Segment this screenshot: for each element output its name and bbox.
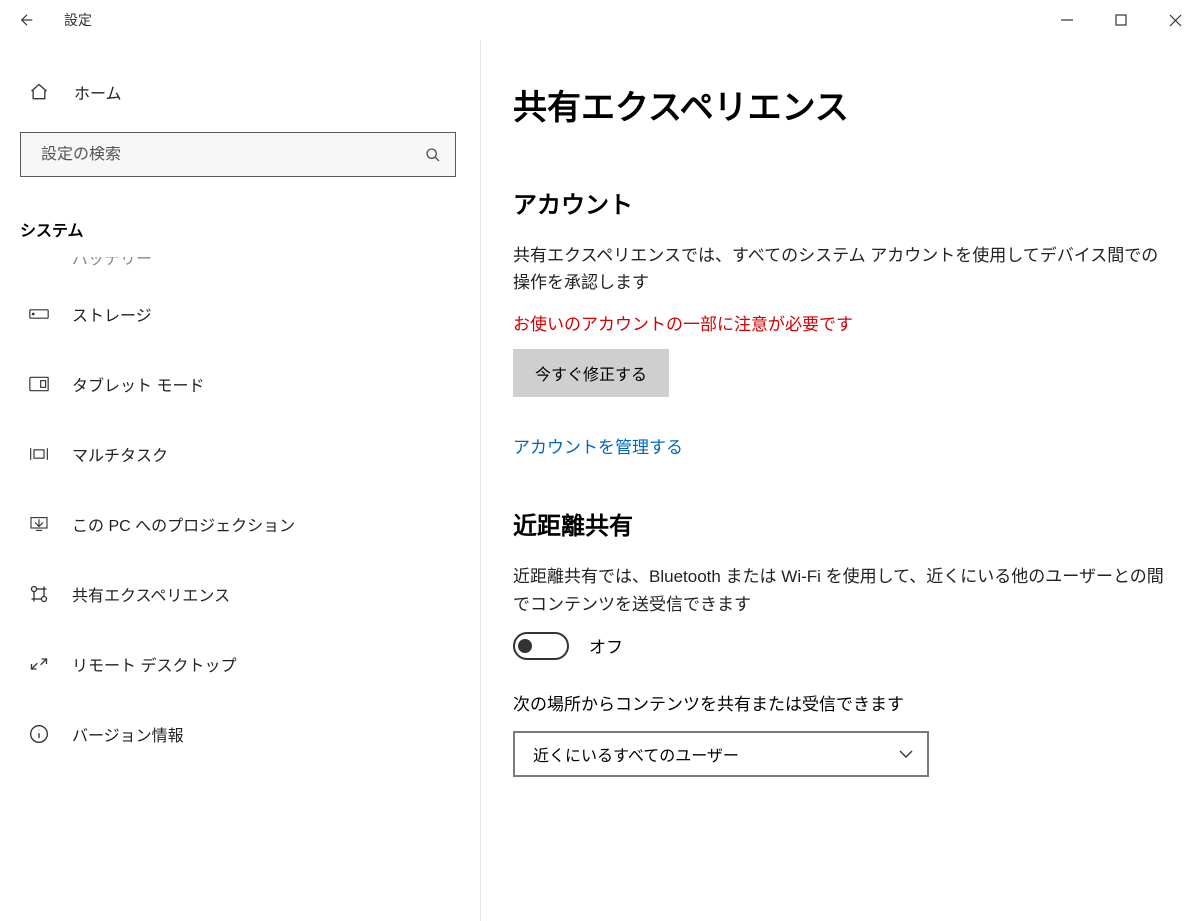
account-section-title: アカウント xyxy=(513,185,1174,220)
sidebar-section-header: システム xyxy=(20,211,460,257)
search-field[interactable] xyxy=(41,146,425,164)
page-title: 共有エクスペリエンス xyxy=(513,80,1174,129)
home-label: ホーム xyxy=(74,80,122,104)
content-pane: 共有エクスペリエンス アカウント 共有エクスペリエンスでは、すべてのシステム ア… xyxy=(480,40,1202,921)
sidebar-item-multitask[interactable]: マルチタスク xyxy=(20,419,460,489)
tablet-icon xyxy=(28,376,50,392)
toggle-state-label: オフ xyxy=(589,633,623,658)
sidebar-item-label: バッテリー xyxy=(72,257,152,269)
toggle-knob xyxy=(518,639,532,653)
back-button[interactable] xyxy=(18,11,36,29)
search-icon xyxy=(425,147,441,163)
about-icon xyxy=(28,724,50,744)
sidebar-item-shared-experiences[interactable]: 共有エクスペリエンス xyxy=(20,559,460,629)
share-from-label: 次の場所からコンテンツを共有または受信できます xyxy=(513,690,1174,715)
sidebar-item-label: タブレット モード xyxy=(72,372,204,396)
dropdown-selected: 近くにいるすべてのユーザー xyxy=(533,742,739,766)
sidebar-item-label: バージョン情報 xyxy=(72,722,184,746)
sidebar-item-label: 共有エクスペリエンス xyxy=(72,582,230,606)
multitask-icon xyxy=(28,446,50,462)
manage-account-link[interactable]: アカウントを管理する xyxy=(513,433,683,458)
window-title: 設定 xyxy=(64,10,92,30)
storage-icon xyxy=(28,308,50,320)
account-description: 共有エクスペリエンスでは、すべてのシステム アカウントを使用してデバイス間での操… xyxy=(513,242,1174,296)
close-button[interactable] xyxy=(1148,0,1202,40)
remote-icon xyxy=(28,656,50,672)
sidebar-item-storage[interactable]: ストレージ xyxy=(20,279,460,349)
nearby-description: 近距離共有では、Bluetooth または Wi-Fi を使用して、近くにいる他… xyxy=(513,563,1174,617)
fix-now-button[interactable]: 今すぐ修正する xyxy=(513,349,669,397)
sidebar-item-tablet[interactable]: タブレット モード xyxy=(20,349,460,419)
share-scope-dropdown[interactable]: 近くにいるすべてのユーザー xyxy=(513,731,929,777)
chevron-down-icon xyxy=(899,749,913,759)
maximize-button[interactable] xyxy=(1094,0,1148,40)
projection-icon xyxy=(28,516,50,532)
sidebar-item-label: マルチタスク xyxy=(72,442,168,466)
sidebar-item-battery[interactable]: バッテリー xyxy=(20,257,460,279)
sidebar-item-remote-desktop[interactable]: リモート デスクトップ xyxy=(20,629,460,699)
sidebar-item-label: この PC へのプロジェクション xyxy=(72,512,295,536)
home-icon xyxy=(28,82,50,102)
sidebar-item-about[interactable]: バージョン情報 xyxy=(20,699,460,769)
sidebar-item-label: ストレージ xyxy=(72,302,152,326)
shared-exp-icon xyxy=(28,584,50,604)
sidebar: ホーム システム バッテリー xyxy=(0,40,480,921)
titlebar: 設定 xyxy=(0,0,1202,40)
nearby-share-toggle[interactable] xyxy=(513,632,569,660)
home-link[interactable]: ホーム xyxy=(20,60,460,132)
search-input[interactable] xyxy=(20,132,456,177)
account-warning: お使いのアカウントの一部に注意が必要です xyxy=(513,310,1174,335)
sidebar-item-projection[interactable]: この PC へのプロジェクション xyxy=(20,489,460,559)
sidebar-item-label: リモート デスクトップ xyxy=(72,652,236,676)
nearby-section-title: 近距離共有 xyxy=(513,506,1174,541)
minimize-button[interactable] xyxy=(1040,0,1094,40)
